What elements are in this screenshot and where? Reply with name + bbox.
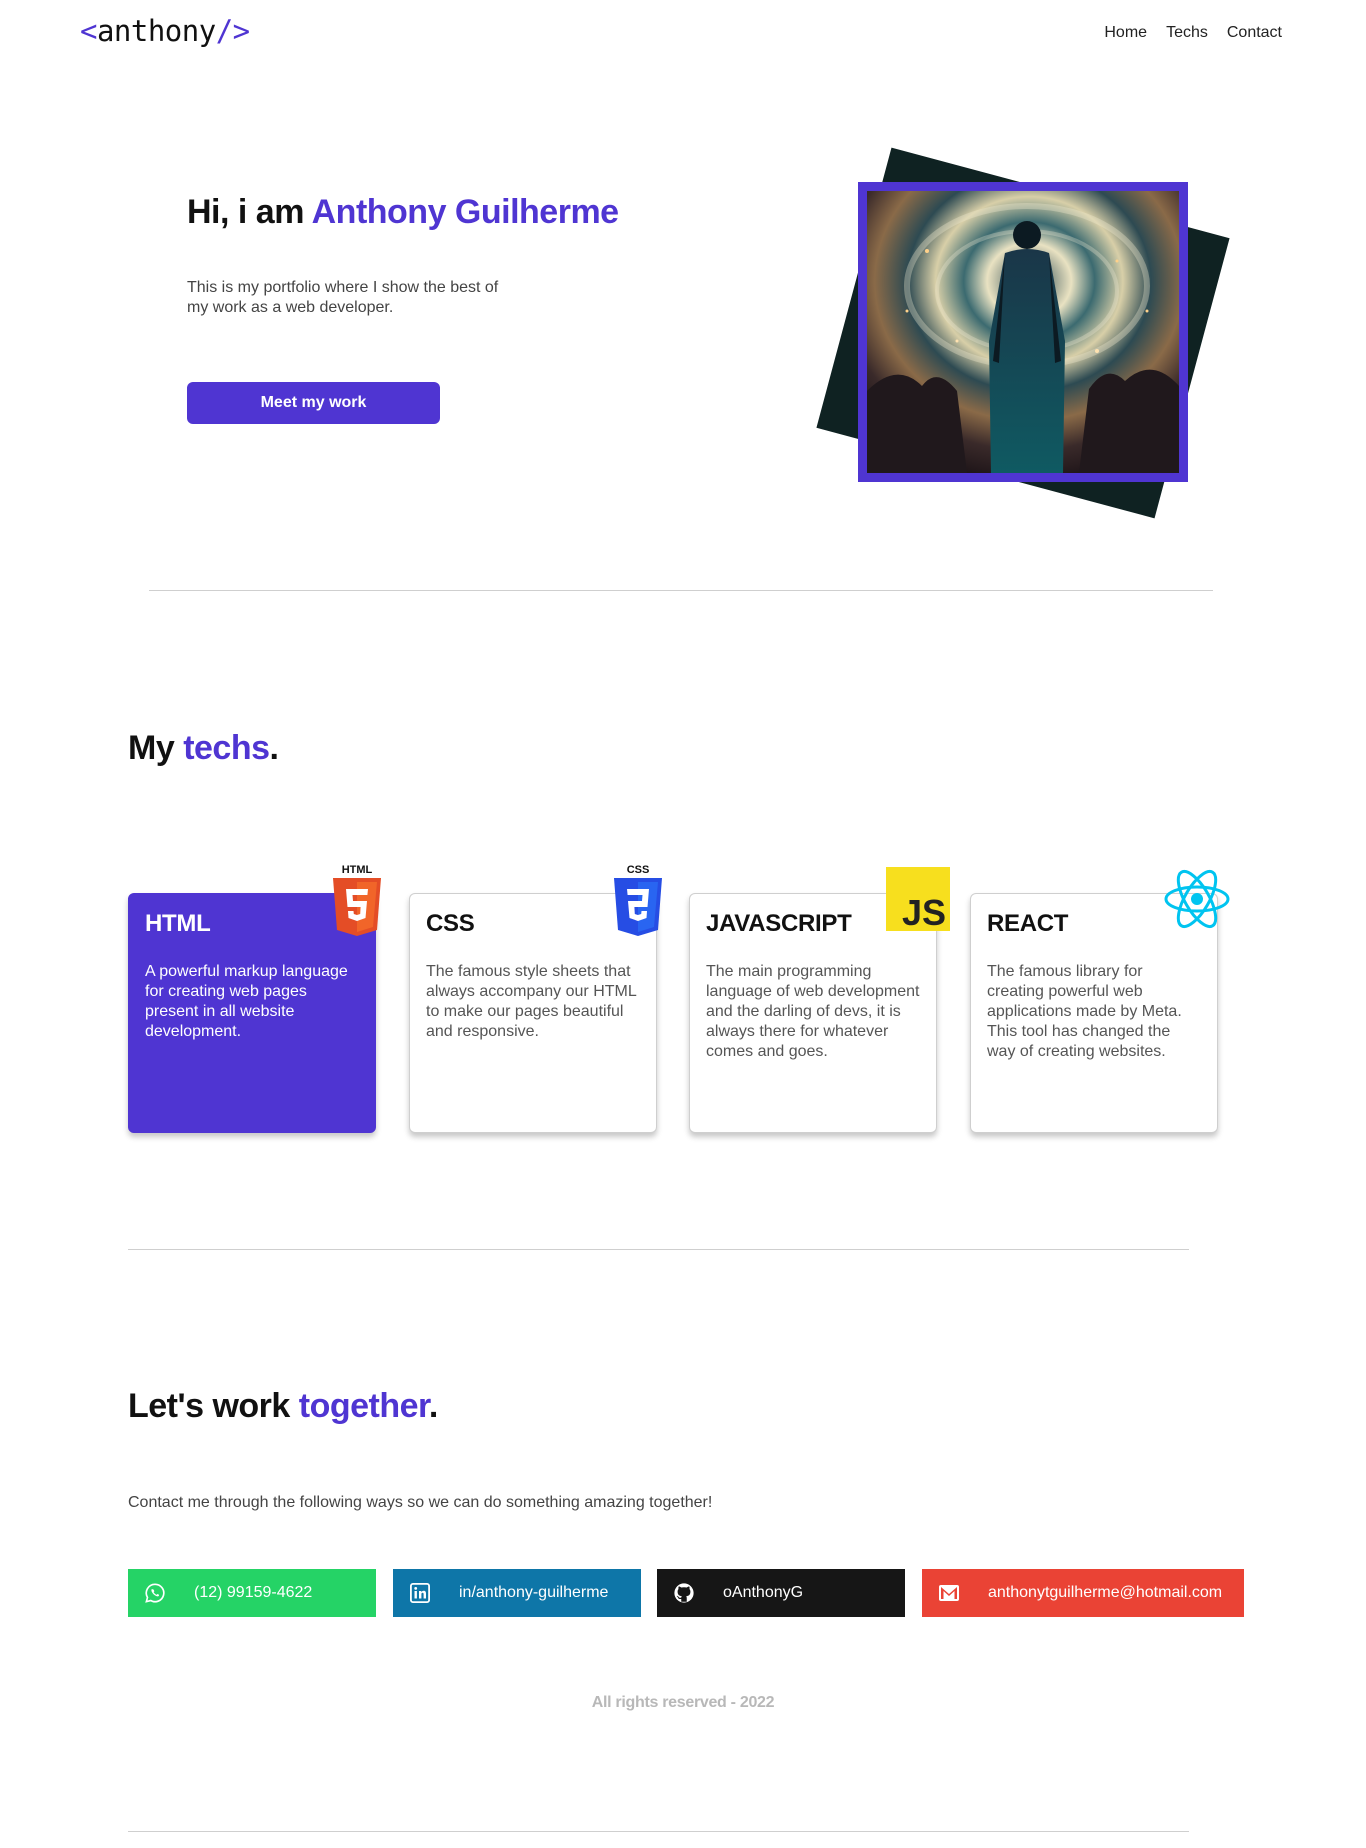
techs-title-prefix: My — [128, 729, 184, 767]
hero-name: Anthony Guilherme — [311, 193, 619, 231]
meet-my-work-button[interactable]: Meet my work — [187, 382, 440, 424]
photo-frame — [858, 182, 1188, 482]
profile-photo-container — [816, 147, 1230, 519]
github-label: oAnthonyG — [723, 1584, 804, 1601]
react-icon — [1164, 869, 1230, 929]
contact-title-suffix: . — [428, 1387, 438, 1425]
tech-card-description: The famous style sheets that always acco… — [426, 963, 637, 1040]
whatsapp-label: (12) 99159-4622 — [194, 1584, 313, 1601]
tech-card-title: HTML — [145, 910, 211, 937]
header: <anthony/> Home Techs Contact — [0, 0, 1366, 66]
mail-icon — [936, 1580, 962, 1606]
hero-description: This is my portfolio where I show the be… — [187, 279, 499, 316]
tech-card-description: The main programming language of web dev… — [706, 963, 920, 1060]
footer-copyright: All rights reserved - 2022 — [591, 1694, 775, 1711]
css3-icon-label: CSS — [627, 864, 650, 876]
logo-open-bracket: < — [80, 14, 97, 48]
tech-card-description: A powerful markup language for creating … — [145, 963, 348, 1040]
hero-greeting: Hi, i am — [187, 193, 312, 231]
logo-name: anthony — [96, 14, 216, 48]
whatsapp-button[interactable]: (12) 99159-4622 — [128, 1569, 376, 1617]
nav-contact[interactable]: Contact — [1227, 24, 1282, 42]
techs-title-suffix: . — [269, 729, 279, 767]
hero-title: Hi, i am Anthony Guilherme — [187, 193, 619, 232]
github-button[interactable]: oAnthonyG — [657, 1569, 905, 1617]
main-nav: Home Techs Contact — [1104, 24, 1282, 42]
github-icon — [671, 1580, 697, 1606]
nav-techs[interactable]: Techs — [1166, 24, 1208, 42]
divider-footer — [128, 1831, 1189, 1832]
html5-icon-label: HTML — [342, 864, 373, 876]
contact-title-prefix: Let's work — [128, 1387, 299, 1425]
email-label: anthonytguilherme@hotmail.com — [988, 1584, 1223, 1601]
tech-card-description: The famous library for creating powerful… — [987, 963, 1182, 1060]
linkedin-icon — [407, 1580, 433, 1606]
linkedin-button[interactable]: in/anthony-guilherme — [393, 1569, 641, 1617]
email-button[interactable]: anthonytguilherme@hotmail.com — [922, 1569, 1244, 1617]
contact-description: Contact me through the following ways so… — [128, 1494, 713, 1511]
contact-title-accent: together — [298, 1387, 430, 1425]
css3-icon: CSS — [614, 864, 662, 936]
divider-techs — [128, 1249, 1189, 1250]
html5-icon: HTML — [333, 864, 381, 936]
linkedin-label: in/anthony-guilherme — [459, 1584, 609, 1601]
js-icon: JS — [886, 867, 950, 931]
js-icon-label: JS — [902, 892, 946, 931]
profile-photo — [867, 191, 1179, 473]
whatsapp-icon — [142, 1580, 168, 1606]
logo[interactable]: <anthony/> — [80, 14, 250, 48]
divider-hero — [149, 590, 1213, 591]
tech-card-title: CSS — [426, 910, 475, 937]
logo-close-bracket: /> — [215, 14, 250, 48]
nav-home[interactable]: Home — [1104, 24, 1147, 42]
contact-title: Let's work together. — [128, 1387, 438, 1426]
techs-title-accent: techs — [183, 729, 270, 767]
techs-title: My techs. — [128, 729, 279, 768]
